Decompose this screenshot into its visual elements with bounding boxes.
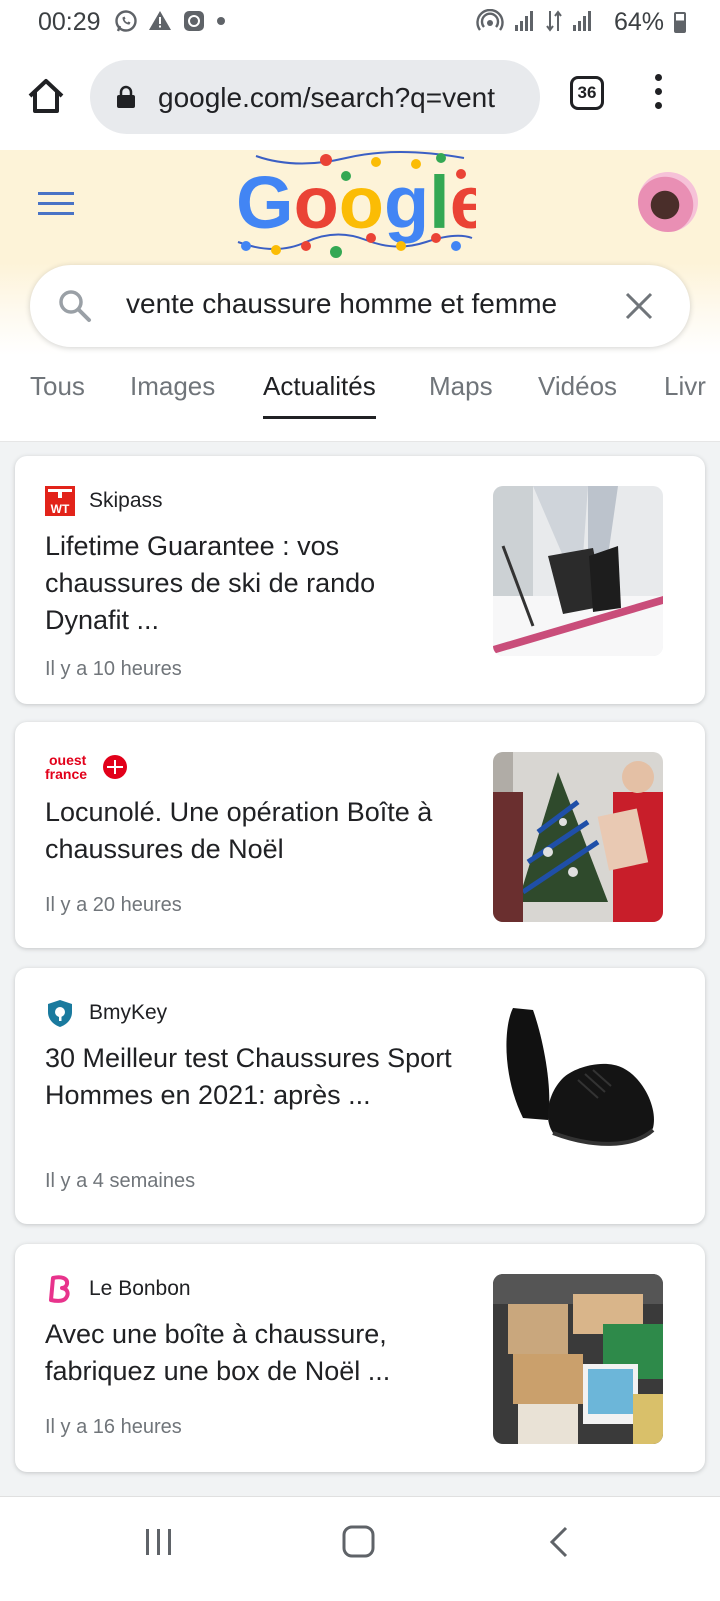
skipass-logo-icon: WT — [45, 486, 75, 516]
clear-search-icon[interactable] — [624, 291, 654, 321]
ouest-france-logo-icon: ouest france — [45, 752, 127, 782]
news-headline[interactable]: 30 Meilleur test Chaussures Sport Hommes… — [45, 1040, 465, 1114]
hamburger-menu-icon[interactable] — [38, 192, 74, 220]
news-timestamp: Il y a 4 semaines — [45, 1170, 196, 1192]
system-navigation-bar — [0, 1496, 720, 1601]
bmykey-logo-icon — [48, 1000, 72, 1027]
notification-icons — [114, 9, 226, 33]
tab-maps[interactable]: Maps — [429, 371, 493, 416]
dot-icon — [217, 17, 225, 25]
svg-text:Google: Google — [236, 161, 476, 244]
news-source: ouest france — [45, 752, 143, 782]
hotspot-icon — [476, 9, 504, 31]
battery-percentage: 64% — [613, 8, 664, 36]
recent-apps-icon[interactable] — [144, 1527, 174, 1557]
news-headline[interactable]: Lifetime Guarantee : vos chaussures de s… — [45, 528, 465, 639]
account-avatar[interactable] — [638, 172, 698, 232]
news-source: WT Skipass — [45, 486, 163, 516]
tab-all[interactable]: Tous — [30, 371, 85, 416]
back-icon[interactable] — [548, 1525, 570, 1559]
news-card[interactable]: BmyKey 30 Meilleur test Chaussures Sport… — [15, 968, 705, 1224]
search-icon[interactable] — [56, 287, 92, 323]
news-card[interactable]: ouest france Locunolé. Une opération Boî… — [15, 722, 705, 948]
tab-switcher-button[interactable]: 36 — [570, 76, 604, 110]
signal-icons — [476, 9, 594, 33]
tab-videos[interactable]: Vidéos — [538, 371, 617, 416]
warning-icon — [149, 11, 171, 30]
overflow-menu-icon[interactable] — [652, 74, 664, 118]
tab-books[interactable]: Livr — [664, 371, 706, 416]
address-bar[interactable]: google.com/search?q=vent — [90, 60, 540, 134]
ski-boots-image[interactable] — [493, 486, 663, 656]
news-headline[interactable]: Locunolé. Une opération Boîte à chaussur… — [45, 794, 465, 868]
google-doodle-logo[interactable]: Google — [236, 150, 476, 260]
gift-boxes-image[interactable] — [493, 1274, 663, 1444]
home-nav-icon[interactable] — [342, 1525, 376, 1559]
le-bonbon-logo-icon — [49, 1275, 70, 1303]
news-source: Le Bonbon — [45, 1274, 191, 1304]
tab-news[interactable]: Actualités — [263, 371, 376, 419]
news-card[interactable]: WT Skipass Lifetime Guarantee : vos chau… — [15, 456, 705, 704]
news-card[interactable]: Le Bonbon Avec une boîte à chaussure, fa… — [15, 1244, 705, 1472]
news-timestamp: Il y a 20 heures — [45, 894, 182, 916]
source-name: BmyKey — [89, 1001, 168, 1024]
news-timestamp: Il y a 16 heures — [45, 1416, 182, 1438]
whatsapp-icon — [115, 10, 137, 32]
black-sneakers-image[interactable] — [493, 998, 663, 1168]
signal-icon-2 — [573, 11, 591, 31]
tab-images[interactable]: Images — [130, 371, 215, 416]
skipass-logo-text: WT — [51, 502, 70, 516]
status-bar: 00:29 64% — [0, 0, 720, 46]
lock-icon — [117, 85, 135, 108]
news-headline[interactable]: Avec une boîte à chaussure, fabriquez un… — [45, 1316, 465, 1390]
url-text: google.com/search?q=vent — [158, 82, 495, 113]
news-source: BmyKey — [45, 998, 167, 1028]
status-time: 00:29 — [38, 8, 101, 36]
google-header: Google vente chaussure homme et femme — [0, 150, 720, 355]
ouest-france-logo-line2: france — [45, 766, 87, 782]
christmas-tree-image[interactable] — [493, 752, 663, 922]
signal-icon — [515, 11, 533, 31]
data-arrows-icon — [546, 10, 562, 32]
search-box[interactable]: vente chaussure homme et femme — [30, 265, 690, 347]
search-tabs: Tous Images Actualités Maps Vidéos Livr — [0, 355, 720, 442]
source-name: Skipass — [89, 489, 163, 512]
app-notification-icon — [184, 11, 204, 31]
news-timestamp: Il y a 10 heures — [45, 658, 182, 680]
browser-toolbar: google.com/search?q=vent 36 — [0, 46, 720, 151]
home-icon[interactable] — [26, 76, 66, 116]
battery-icon — [674, 12, 686, 33]
search-query-input[interactable]: vente chaussure homme et femme — [126, 288, 557, 320]
source-name: Le Bonbon — [89, 1277, 191, 1300]
